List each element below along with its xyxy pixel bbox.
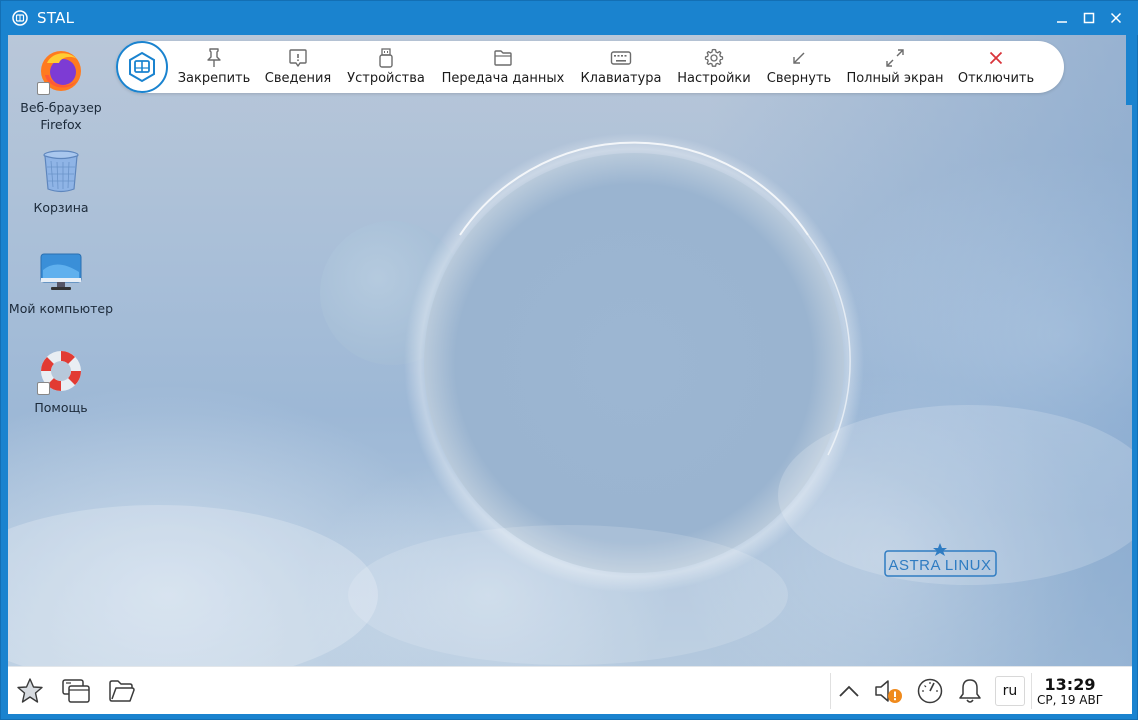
desktop-icon-label: Помощь: [34, 400, 88, 415]
close-icon: [1110, 12, 1122, 24]
notifications-button[interactable]: [954, 675, 986, 707]
close-window-button[interactable]: [1105, 7, 1127, 29]
toolbar-disconnect-button[interactable]: Отключить: [956, 41, 1036, 93]
keyboard-layout-indicator[interactable]: ru: [995, 676, 1025, 706]
remote-desktop[interactable]: ASTRA LINUX Веб-браузер Firefox Корзина …: [8, 35, 1132, 666]
toolbar-data-transfer-button[interactable]: Передача данных: [440, 41, 566, 93]
clock-time[interactable]: 13:29: [1038, 675, 1102, 694]
pin-icon: [207, 48, 221, 67]
maximize-icon: [1083, 12, 1095, 24]
logo-text: ASTRA LINUX: [888, 557, 991, 574]
performance-monitor-button[interactable]: [914, 675, 946, 707]
title-bar[interactable]: STAL: [1, 1, 1138, 35]
keyboard-icon: [610, 51, 632, 65]
start-menu-button[interactable]: [14, 675, 46, 707]
gear-icon: [704, 48, 724, 67]
wallpaper: ASTRA LINUX: [8, 35, 1132, 666]
usb-icon: [379, 48, 393, 68]
taskbar: ru 13:29 СР, 19 АВГ: [8, 666, 1132, 714]
task-switcher-button[interactable]: [60, 675, 92, 707]
toolbar-devices-button[interactable]: Устройства: [346, 41, 426, 93]
toolbar-keyboard-button[interactable]: Клавиатура: [579, 41, 663, 93]
desktop-icon-help[interactable]: Помощь: [8, 347, 114, 416]
star-icon: [17, 678, 43, 703]
chevron-up-icon: [839, 685, 859, 697]
minimize-icon: [1057, 21, 1067, 23]
close-icon: [989, 51, 1003, 65]
tray-separator: [830, 673, 831, 709]
gauge-icon: [917, 678, 943, 704]
firefox-icon: [37, 47, 85, 95]
lifebuoy-icon: [37, 347, 85, 395]
remote-session-window: STAL ASTRA LINUX Веб-браузер Firefox Кор…: [0, 0, 1138, 720]
shortcut-arrow-icon: [37, 82, 50, 95]
desktop-icon-label: Веб-браузер Firefox: [20, 100, 102, 132]
minimize-arrow-icon: [793, 52, 805, 64]
toolbar-pin-button[interactable]: Закрепить: [178, 41, 250, 93]
toolbar-settings-button[interactable]: Настройки: [674, 41, 754, 93]
toolbar-info-button[interactable]: Сведения: [262, 41, 334, 93]
app-logo-icon: [129, 51, 155, 83]
remote-toolbar-logo-button[interactable]: [116, 41, 168, 93]
maximize-button[interactable]: [1078, 7, 1100, 29]
toolbar-minimize-button[interactable]: Свернуть: [763, 41, 835, 93]
remote-toolbar: Закрепить Сведения Устройства Передача д…: [116, 41, 1064, 93]
app-logo-icon: [12, 10, 28, 26]
shortcut-arrow-icon: [37, 382, 50, 395]
bell-icon: [959, 679, 981, 703]
scrollbar[interactable]: [1126, 35, 1132, 105]
desktop-icon-my-computer[interactable]: Мой компьютер: [8, 248, 114, 317]
volume-warning-icon: [875, 680, 902, 703]
toolbar-fullscreen-button[interactable]: Полный экран: [844, 41, 946, 93]
trash-icon: [37, 147, 85, 195]
volume-button[interactable]: [873, 675, 905, 707]
desktop-icon-firefox[interactable]: Веб-браузер Firefox: [8, 47, 114, 133]
info-icon: [289, 49, 307, 67]
windows-icon: [62, 679, 90, 703]
folder-icon: [109, 680, 135, 702]
file-manager-button[interactable]: [106, 675, 138, 707]
desktop-icon-label: Мой компьютер: [8, 301, 114, 316]
clock-date[interactable]: СР, 19 АВГ: [1032, 693, 1108, 707]
folder-icon: [494, 50, 512, 66]
minimize-button[interactable]: [1051, 7, 1073, 29]
window-title: STAL: [37, 9, 75, 27]
fullscreen-icon: [886, 49, 904, 67]
desktop-icon-trash[interactable]: Корзина: [8, 147, 114, 216]
tray-expand-button[interactable]: [833, 675, 865, 707]
computer-icon: [37, 248, 85, 296]
desktop-icon-label: Корзина: [33, 200, 89, 215]
